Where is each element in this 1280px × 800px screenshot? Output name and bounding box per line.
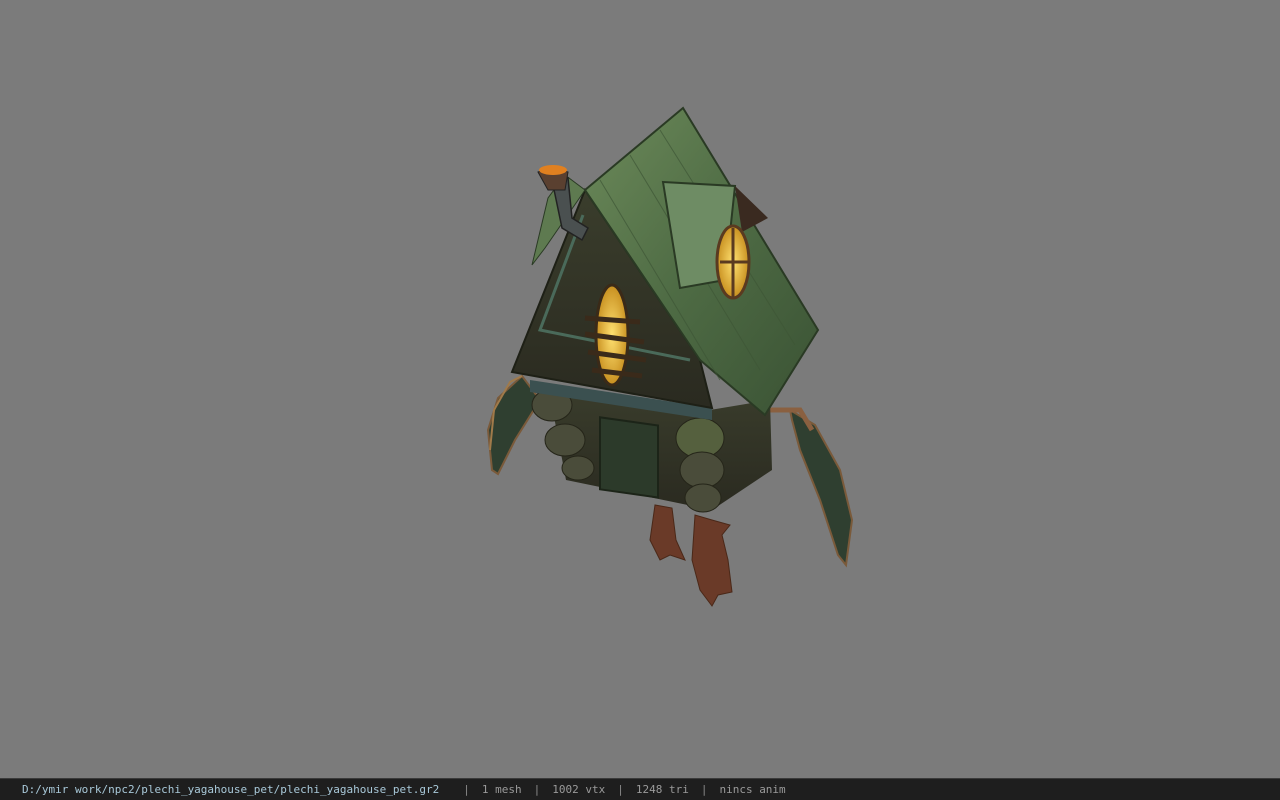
chicken-legs [649, 504, 733, 607]
vertex-count: 1002 vtx [552, 783, 606, 796]
log-base [530, 380, 772, 513]
3d-viewport[interactable] [0, 0, 1280, 778]
right-wing [765, 407, 854, 568]
triangle-count: 1248 tri [635, 783, 689, 796]
animation-status: nincs anim [719, 783, 786, 796]
status-bar: D:/ymir work/npc2/plechi_yagahouse_pet/p… [0, 778, 1280, 800]
mesh-count: 1 mesh [481, 783, 522, 796]
separator: | [533, 783, 541, 796]
yaga-house-model[interactable] [0, 0, 1280, 778]
file-path: D:/ymir work/npc2/plechi_yagahouse_pet/p… [22, 783, 440, 796]
separator: | [617, 783, 624, 796]
separator: | [463, 783, 470, 796]
separator: | [700, 783, 708, 796]
